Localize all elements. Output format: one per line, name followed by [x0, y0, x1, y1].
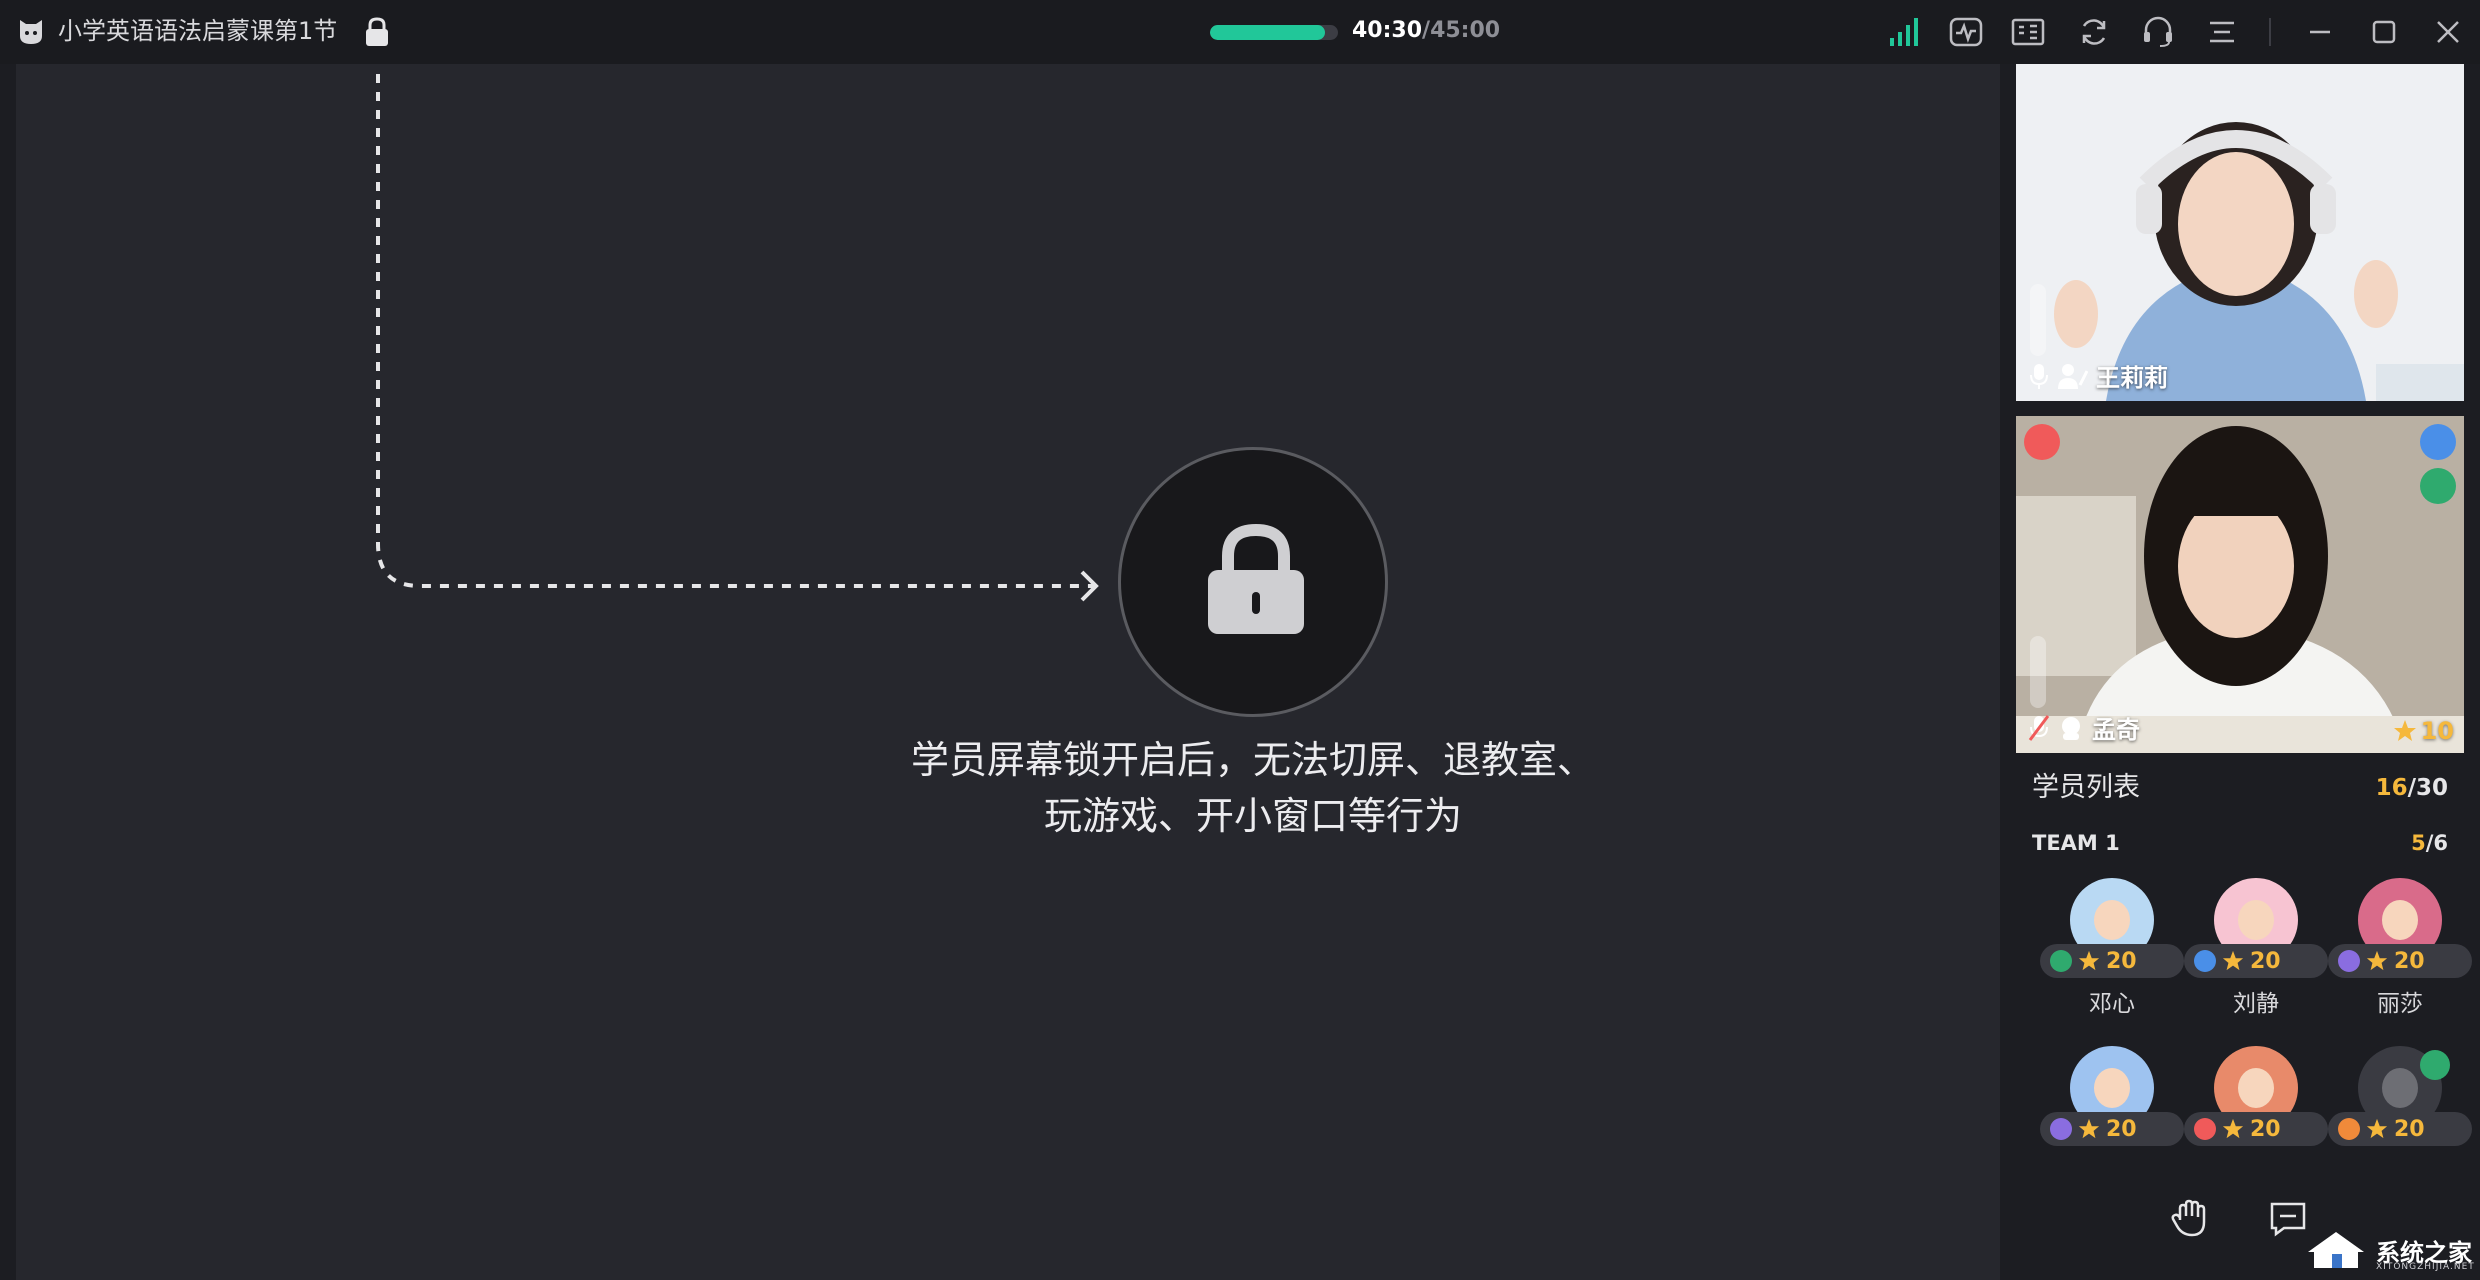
window-title: 小学英语语法启蒙课第1节 — [58, 17, 338, 45]
team-online-count: 5 — [2411, 831, 2426, 855]
raise-hand-icon[interactable] — [2168, 1196, 2212, 1240]
title-bar: 小学英语语法启蒙课第1节 40:30/45:00 — [0, 0, 2480, 64]
student-stars: 20 — [2394, 1116, 2425, 1142]
student-name-tag: 孟奇 — [2028, 710, 2140, 745]
microphone-icon — [2030, 363, 2048, 389]
teacher-video[interactable]: 王莉莉 — [2016, 64, 2464, 401]
student-stars: 20 — [2106, 948, 2137, 974]
team-count: 5/6 — [2411, 826, 2448, 860]
team-icon — [2194, 950, 2216, 972]
refresh-icon[interactable] — [2076, 14, 2112, 50]
screen-lock-icon[interactable] — [362, 16, 392, 48]
star-icon — [2078, 950, 2100, 971]
class-progress-bar — [1210, 25, 1338, 40]
student-badge: 20 — [2328, 1112, 2472, 1146]
id-card-icon[interactable] — [2010, 14, 2046, 50]
student-name: 丽莎 — [2377, 991, 2423, 1017]
online-count: 16 — [2375, 775, 2408, 801]
house-logo-icon — [2308, 1232, 2364, 1268]
star-icon — [2078, 1118, 2100, 1139]
student-stars: 20 — [2394, 948, 2425, 974]
activity-icon[interactable] — [1948, 14, 1984, 50]
student-name: 孟奇 — [2092, 716, 2140, 744]
raise-hand-icon — [2420, 424, 2456, 460]
close-icon[interactable] — [2430, 14, 2466, 50]
minimize-icon[interactable] — [2302, 14, 2338, 50]
star-icon — [2222, 950, 2244, 971]
teacher-name-tag: 王莉莉 — [2028, 358, 2168, 393]
student-badge: 20 — [2184, 1112, 2328, 1146]
student-name: 邓心 — [2089, 991, 2135, 1017]
timer-current: 40:30 — [1352, 18, 1423, 43]
team-icon — [2050, 950, 2072, 972]
student-card[interactable]: 20 刘静 — [2184, 878, 2328, 1028]
microphone-muted-icon — [2028, 714, 2050, 741]
student-list-title: 学员列表 — [2032, 772, 2140, 803]
lock-message-line2: 玩游戏、开小窗口等行为 — [1043, 794, 1462, 838]
student-card[interactable]: 20 丽莎 — [2328, 878, 2472, 1028]
student-photo — [2016, 416, 2464, 753]
team-icon — [2338, 950, 2360, 972]
right-panel: 王莉莉 孟奇 10 学员列表 16/30 TEAM 1 5/6 20 邓心 20… — [2000, 64, 2480, 1280]
class-progress-fill — [1210, 25, 1326, 40]
signal-icon[interactable] — [1886, 14, 1922, 50]
student-stars: 10 — [2420, 717, 2454, 745]
teacher-name: 王莉莉 — [2096, 364, 2168, 392]
student-card[interactable]: 20 邓心 — [2040, 878, 2184, 1028]
watermark-subtext: XITONGZHIJIA.NET — [2376, 1262, 2475, 1272]
teacher-photo — [2016, 64, 2464, 401]
student-card[interactable]: 20 — [2184, 1046, 2328, 1196]
team-total-count: /6 — [2425, 831, 2448, 855]
headset-icon[interactable] — [2140, 14, 2176, 50]
student-name: 刘静 — [2233, 991, 2279, 1017]
star-icon — [2366, 950, 2388, 971]
screen-lock-message: 学员屏幕锁开启后，无法切屏、退教室、 玩游戏、开小窗口等行为 — [758, 732, 1748, 844]
student-badge: 20 — [2328, 944, 2472, 978]
screen-lock-badge — [1118, 447, 1388, 717]
student-card[interactable]: 20 — [2040, 1046, 2184, 1196]
authorize-icon — [2420, 1050, 2450, 1080]
student-list-count: 16/30 — [2376, 768, 2448, 808]
authorize-icon — [2420, 468, 2456, 504]
classroom-stage: 学员屏幕锁开启后，无法切屏、退教室、 玩游戏、开小窗口等行为 — [16, 64, 2000, 1280]
star-icon — [2366, 1118, 2388, 1139]
team-emblem-icon — [2024, 424, 2060, 460]
class-timer: 40:30/45:00 — [1352, 14, 1500, 48]
student-badge: 20 — [2040, 1112, 2184, 1146]
padlock-icon — [1208, 523, 1304, 634]
student-star-count: 10 — [2393, 717, 2454, 745]
star-icon — [2393, 720, 2416, 741]
student-card[interactable]: 20 — [2328, 1046, 2472, 1196]
student-video[interactable]: 孟奇 10 — [2016, 416, 2464, 753]
student-stars: 20 — [2250, 948, 2281, 974]
star-icon — [2222, 1118, 2244, 1139]
student-stars: 20 — [2250, 1116, 2281, 1142]
app-logo-icon — [20, 20, 42, 44]
maximize-icon[interactable] — [2366, 14, 2402, 50]
menu-icon[interactable] — [2204, 14, 2240, 50]
team-icon — [2050, 1118, 2072, 1140]
student-stars: 20 — [2106, 1116, 2137, 1142]
student-badge: 20 — [2040, 944, 2184, 978]
team-header: TEAM 1 5/6 — [2032, 826, 2448, 860]
teacher-role-icon — [2058, 363, 2088, 389]
team-name: TEAM 1 — [2032, 831, 2120, 855]
toolbar-divider — [2269, 18, 2271, 46]
student-volume-meter — [2030, 636, 2046, 708]
team-icon — [2338, 1118, 2360, 1140]
team-icon — [2194, 1118, 2216, 1140]
student-role-icon — [2062, 716, 2080, 740]
student-list-header: 学员列表 16/30 — [2032, 768, 2448, 808]
student-badge: 20 — [2184, 944, 2328, 978]
dashed-pointer-arrow — [376, 74, 1099, 602]
total-count: /30 — [2407, 775, 2448, 801]
lock-message-line1: 学员屏幕锁开启后，无法切屏、退教室、 — [910, 738, 1595, 782]
teacher-volume-meter — [2030, 284, 2046, 356]
timer-total: /45:00 — [1422, 18, 1501, 43]
